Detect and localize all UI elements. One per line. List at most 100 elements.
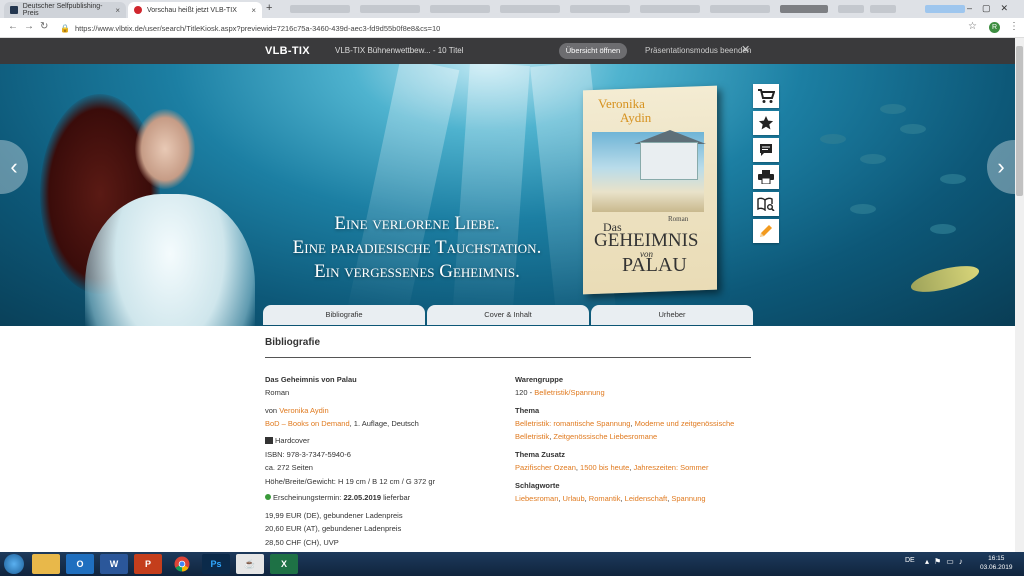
thema-line-1: Belletristik: romantische Spannung, Mode… [515,419,734,428]
bookmark-item[interactable] [870,5,896,13]
outlook-icon[interactable]: O [66,554,94,574]
edit-icon[interactable] [753,219,779,243]
edition-text: , 1. Auflage, Deutsch [349,419,419,428]
schlagwort-link[interactable]: Liebesroman [515,494,558,503]
schlagwort-link[interactable]: Leidenschaft [625,494,668,503]
powerpoint-icon[interactable]: P [134,554,162,574]
scrollbar-thumb[interactable] [1016,46,1023,196]
browser-tab-vlbtix[interactable]: Vorschau heißt jetzt VLB-TIX × [128,2,262,18]
light-ray [451,64,530,326]
fish-image [930,224,956,234]
forward-icon[interactable]: → [24,21,34,32]
light-ray [346,64,460,326]
fish-image [900,124,926,134]
hero-banner [0,64,1015,326]
binding-line: Hardcover [265,436,310,445]
yellow-fish-image [908,260,982,298]
publisher-line: BoD – Books on Demand, 1. Auflage, Deuts… [265,419,419,428]
fish-image [850,204,876,214]
presentation-end-link[interactable]: Präsentationsmodus beenden [645,46,751,55]
windows-taskbar: O W P Ps ☕ X DE ▴⚑▭♪ 16:15 03.06.2019 [0,552,1024,576]
tagline-line: Ein vergessenes Geheimnis. [314,261,520,282]
overview-open-button[interactable]: Übersicht öffnen [559,43,627,59]
warengruppe-link[interactable]: Belletristik/Spannung [534,388,604,397]
warengruppe-label: Warengruppe [515,375,564,384]
bookmark-item[interactable] [838,5,864,13]
browser-tab-title: Vorschau heißt jetzt VLB-TIX [147,6,237,14]
schlagwort-link[interactable]: Romantik [589,494,621,503]
release-prefix: Erscheinungstermin: [273,493,344,502]
bookmark-item[interactable] [570,5,630,13]
book-cover-house [640,142,698,180]
thema-link[interactable]: Belletristik: romantische Spannung [515,419,630,428]
new-tab-button[interactable]: + [266,2,272,14]
cart-icon[interactable] [753,84,779,108]
browser-tab-title: Deutscher Selfpublishing-Preis [22,3,103,17]
browser-tab-selfpublishing[interactable]: Deutscher Selfpublishing-Preis × [4,2,126,18]
price-ch: 28,50 CHF (CH), UVP [265,538,339,547]
system-clock[interactable]: 16:15 03.06.2019 [980,554,1013,572]
close-icon[interactable]: ✕ [741,43,750,56]
print-icon[interactable] [753,165,779,189]
java-icon[interactable]: ☕ [236,554,264,574]
profile-avatar[interactable]: R [989,22,1000,33]
thema-link[interactable]: Belletristik [515,432,549,441]
page-scrollbar[interactable] [1015,38,1024,552]
address-bar: ← → ↻ 🔒 https://www.vlbtix.de/user/searc… [0,18,1024,38]
schlagworte-line: Liebesroman, Urlaub, Romantik, Leidensch… [515,494,706,503]
thema-zusatz-link[interactable]: 1500 bis heute [580,463,629,472]
language-indicator[interactable]: DE [905,557,915,564]
thema-link[interactable]: Zeitgenössische Liebesromane [553,432,657,441]
bookmark-item[interactable] [640,5,700,13]
available-dot-icon [265,494,271,500]
schlagwort-link[interactable]: Spannung [671,494,705,503]
tab-cover-inhalt[interactable]: Cover & Inhalt [427,305,589,325]
bookmark-item[interactable] [430,5,490,13]
thema-zusatz-link[interactable]: Pazifischer Ozean [515,463,576,472]
explorer-icon[interactable] [32,554,60,574]
photoshop-icon[interactable]: Ps [202,554,230,574]
clock-date: 03.06.2019 [980,564,1013,571]
thema-link[interactable]: Moderne und zeitgenössische [635,419,735,428]
pages-text: ca. 272 Seiten [265,463,313,472]
bookmark-item[interactable] [500,5,560,13]
comment-icon[interactable] [753,138,779,162]
url-field[interactable]: 🔒 https://www.vlbtix.de/user/search/Titl… [60,21,940,35]
woman-face-image [135,109,195,189]
release-line: Erscheinungstermin: 22.05.2019 lieferbar [265,493,410,502]
bookmark-item[interactable] [710,5,770,13]
author-prefix: von [265,406,280,415]
word-icon[interactable]: W [100,554,128,574]
chrome-icon[interactable] [168,554,196,574]
back-icon[interactable]: ← [8,21,18,32]
tab-bibliografie[interactable]: Bibliografie [263,305,425,325]
reload-icon[interactable]: ↻ [40,21,48,32]
excel-icon[interactable]: X [270,554,298,574]
close-tab-icon[interactable]: × [251,6,256,15]
fish-image [940,174,966,184]
binding-text: Hardcover [275,436,310,445]
bookmark-item[interactable] [290,5,350,13]
schlagwort-link[interactable]: Urlaub [563,494,585,503]
author-line: von Veronika Aydin [265,406,329,415]
action-toolbar [753,84,779,246]
preview-icon[interactable] [753,192,779,216]
bookmark-item[interactable] [360,5,420,13]
bookmark-star-icon[interactable]: ☆ [968,21,977,32]
window-controls[interactable]: –▢✕ [967,3,1018,14]
thema-zusatz-link[interactable]: Jahreszeiten: Sommer [633,463,708,472]
browser-menu-icon[interactable]: ⋮ [1009,21,1019,32]
tray-icons[interactable]: ▴⚑▭♪ [925,557,968,566]
bookmark-item[interactable] [780,5,828,13]
collection-title: VLB-TIX Bühnenwettbew... - 10 Titel [335,46,464,55]
lock-icon: 🔒 [60,23,70,33]
author-link[interactable]: Veronika Aydin [279,406,328,415]
publisher-link[interactable]: BoD – Books on Demand [265,419,350,428]
star-icon[interactable] [753,111,779,135]
bookmark-item[interactable] [925,5,965,13]
close-tab-icon[interactable]: × [115,6,120,15]
start-button[interactable] [4,554,24,574]
site-favicon-icon [134,6,142,14]
tab-urheber[interactable]: Urheber [591,305,753,325]
clock-time: 16:15 [988,555,1005,562]
